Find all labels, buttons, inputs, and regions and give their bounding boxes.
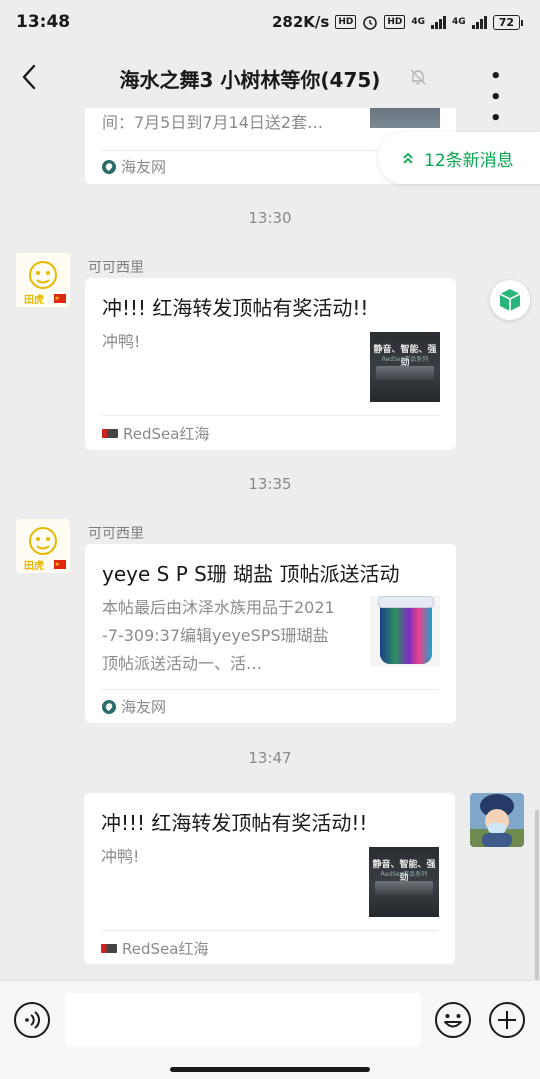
card-source-label: 海友网 [121, 698, 167, 716]
card-thumbnail [370, 108, 440, 128]
avatar[interactable]: 田虎 [16, 253, 70, 307]
redsea-logo-icon [102, 429, 118, 438]
network-speed: 282K/s [272, 13, 330, 31]
redsea-logo-icon [101, 944, 117, 953]
card-source-label: 海友网 [121, 158, 167, 176]
status-time: 13:48 [16, 12, 71, 32]
new-messages-label: 12条新消息 [424, 150, 514, 171]
cube-icon [499, 289, 521, 311]
plus-icon[interactable] [488, 1001, 526, 1039]
svg-text:田虎: 田虎 [24, 559, 44, 572]
voice-icon[interactable] [13, 1001, 51, 1039]
hd-badge: HD [335, 15, 357, 29]
input-bar [0, 980, 540, 1079]
card-thumbnail [370, 596, 440, 666]
avatar[interactable]: 田虎 [16, 519, 70, 573]
scrollbar[interactable] [535, 810, 539, 980]
child-avatar-icon [470, 793, 524, 847]
sender-name: 可可西里 [88, 526, 144, 542]
network-type-2: 4G [452, 17, 466, 27]
chat-area[interactable]: 间：7月5日到7月14日送2套… 海友网 12条新消息 13:30 田虎 可可西… [0, 108, 540, 980]
mute-bell-icon [410, 69, 426, 85]
chat-title[interactable]: 海水之舞3 小树林等你(475) [0, 64, 540, 93]
card-thumbnail: 静音、智能、强劲 RedSea产品系列 [369, 847, 439, 917]
card-title: yeye S P S珊 瑚盐 顶帖派送活动 [102, 562, 400, 586]
alarm-icon [363, 16, 378, 30]
status-bar: 13:48 282K/s HD HD 4G 4G 72 [0, 0, 540, 46]
network-type: 4G [411, 17, 426, 27]
haiyou-logo-icon [102, 159, 116, 174]
haiyou-logo-icon [102, 699, 116, 714]
home-indicator [170, 1067, 370, 1072]
card-source: 海友网 [102, 156, 166, 177]
sender-name: 可可西里 [88, 260, 144, 276]
time-stamp: 13:35 [248, 475, 292, 493]
chat-header: 海水之舞3 小树林等你(475) [0, 46, 540, 108]
time-stamp: 13:47 [248, 749, 292, 767]
card-description: 间：7月5日到7月14日送2套… [102, 113, 324, 132]
status-indicators: 282K/s HD HD 4G 4G 72 [272, 13, 524, 31]
card-source-label: RedSea红海 [122, 940, 209, 958]
card-description: 冲鸭! [101, 847, 140, 866]
card-source: 海友网 [102, 696, 166, 717]
tiger-avatar-icon: 田虎 [16, 519, 70, 573]
link-card[interactable]: 冲!!! 红海转发顶帖有奖活动!! 冲鸭! 静音、智能、强劲 RedSea产品系… [85, 278, 456, 450]
thumbnail-subtitle: RedSea产品系列 [380, 871, 428, 878]
thumbnail-subtitle: RedSea产品系列 [381, 356, 429, 363]
card-source-label: RedSea红海 [123, 425, 210, 443]
new-messages-button[interactable]: 12条新消息 [378, 132, 540, 184]
card-thumbnail: 静音、智能、强劲 RedSea产品系列 [370, 332, 440, 402]
card-source: RedSea红海 [101, 938, 208, 959]
time-stamp: 13:30 [248, 209, 292, 227]
tiger-avatar-icon: 田虎 [16, 253, 70, 307]
card-divider [102, 415, 439, 416]
card-title: 冲!!! 红海转发顶帖有奖活动!! [101, 811, 368, 835]
card-description: 冲鸭! [102, 332, 141, 351]
hd-badge-2: HD [384, 15, 406, 29]
link-card[interactable]: yeye S P S珊 瑚盐 顶帖派送活动 本帖最后由沐泽水族用品于2021-7… [85, 544, 456, 723]
card-title: 冲!!! 红海转发顶帖有奖活动!! [102, 296, 369, 320]
card-description: 本帖最后由沐泽水族用品于2021-7-309:37编辑yeyeSPS珊瑚盐顶帖派… [102, 598, 335, 673]
link-card[interactable]: 冲!!! 红海转发顶帖有奖活动!! 冲鸭! 静音、智能、强劲 RedSea产品系… [84, 793, 455, 964]
message-input[interactable] [65, 993, 421, 1046]
signal-icon [431, 15, 447, 29]
card-divider [102, 689, 439, 690]
emoji-icon[interactable] [434, 1001, 472, 1039]
svg-text:田虎: 田虎 [24, 293, 44, 306]
battery-icon: 72 [492, 14, 524, 30]
my-avatar[interactable] [470, 793, 524, 847]
card-source: RedSea红海 [102, 423, 209, 444]
signal-icon-2 [471, 15, 487, 29]
more-icon[interactable] [490, 66, 518, 88]
double-chevron-up-icon [403, 152, 413, 164]
floating-mini-program-button[interactable] [490, 280, 530, 320]
card-divider [101, 930, 438, 931]
